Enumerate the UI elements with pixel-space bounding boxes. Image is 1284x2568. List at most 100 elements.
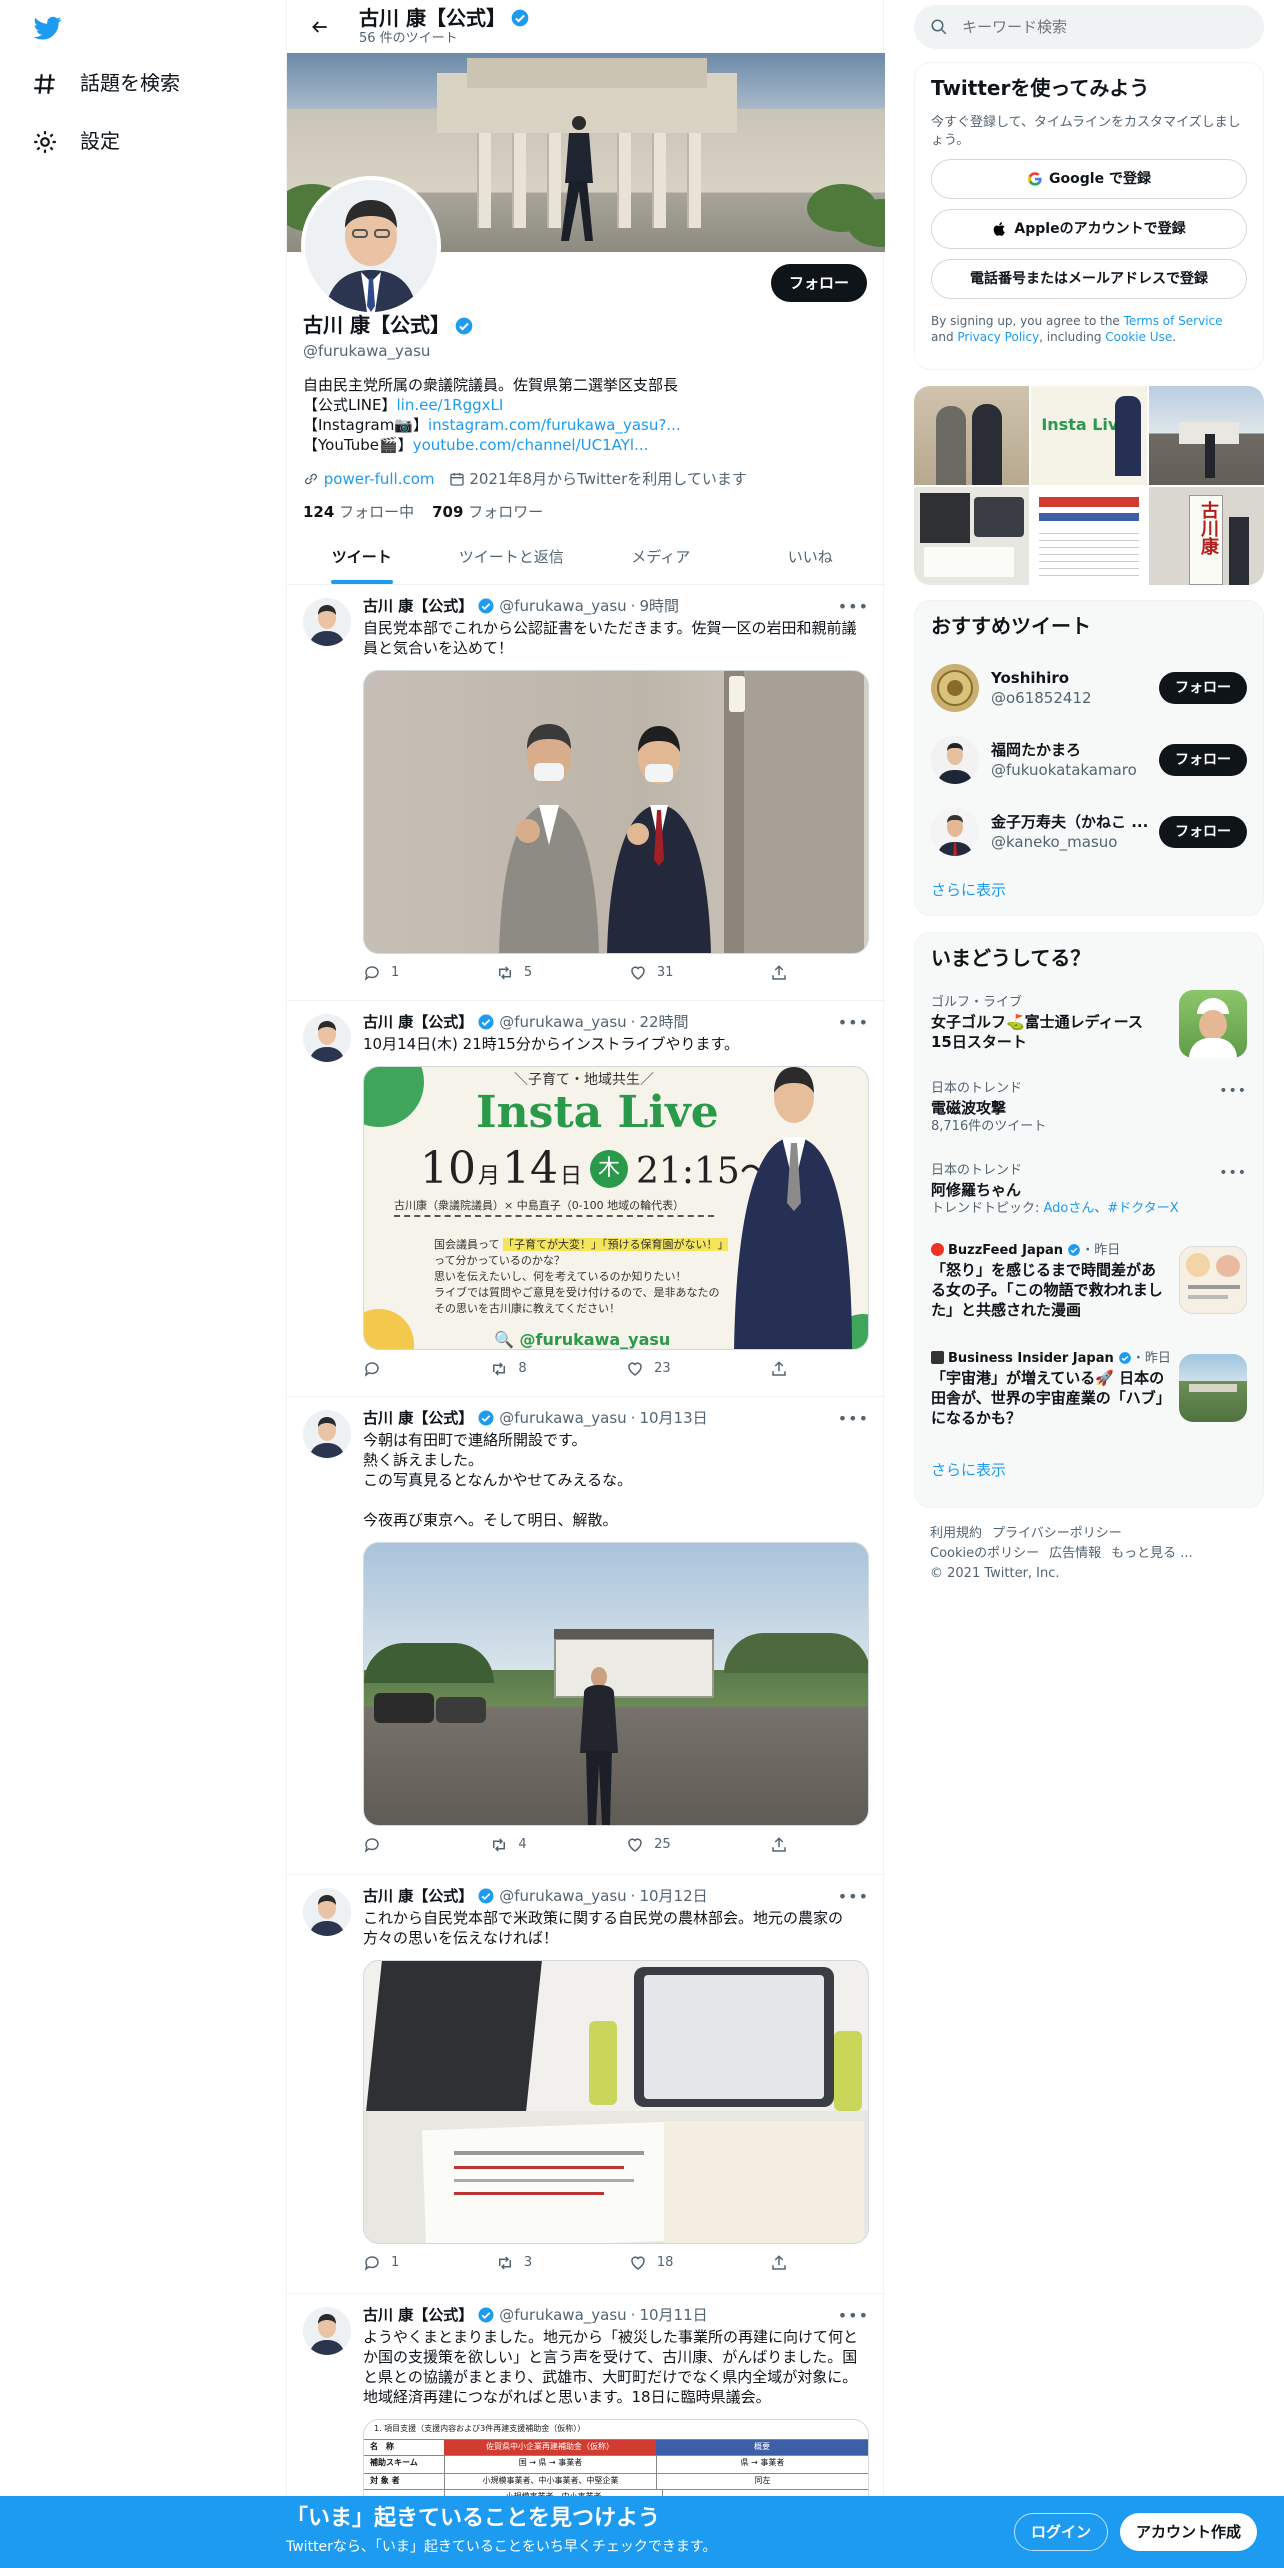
- login-button[interactable]: ログイン: [1014, 2513, 1109, 2551]
- retweet-button[interactable]: 8: [490, 1360, 527, 1378]
- trend-topic-link[interactable]: Adoさん: [1044, 1201, 1095, 1216]
- media-thumb[interactable]: [1031, 486, 1147, 585]
- tweet-avatar[interactable]: [303, 1888, 351, 1936]
- like-button[interactable]: 18: [629, 2254, 673, 2272]
- apple-signup-button[interactable]: Appleのアカウントで登録: [931, 209, 1247, 250]
- trend-item[interactable]: 日本のトレンド 電磁波攻撃 8,716件のツイート •••: [915, 1070, 1263, 1152]
- follow-suggestion[interactable]: 福岡たかまろ @fukuokatakamaro フォロー: [915, 724, 1263, 796]
- tweet-timestamp[interactable]: 22時間: [639, 1012, 688, 1032]
- tweet-author-name[interactable]: 古川 康【公式】: [363, 1408, 473, 1428]
- tweet-photo[interactable]: [363, 1542, 869, 1827]
- news-item[interactable]: Business Insider Japan ・昨日 「宇宙港」が増えている🚀 …: [915, 1340, 1263, 1448]
- who-to-follow-show-more[interactable]: さらに表示: [915, 868, 1263, 916]
- more-options-icon[interactable]: •••: [838, 2305, 869, 2327]
- tweet-author-name[interactable]: 古川 康【公式】: [363, 2305, 473, 2325]
- search-bar[interactable]: [914, 5, 1264, 49]
- tweet[interactable]: 古川 康【公式】 @furukawa_yasu · 9時間 ••• 自民党本部で…: [287, 586, 885, 1001]
- news-item[interactable]: BuzzFeed Japan ・昨日 「怒り」を感じるまで時間差がある女の子。「…: [915, 1232, 1263, 1340]
- tweet[interactable]: 古川 康【公式】 @furukawa_yasu · 10月13日 ••• 今朝は…: [287, 1398, 885, 1875]
- follow-button[interactable]: フォロー: [770, 264, 867, 302]
- cookie-link[interactable]: Cookie Use: [1105, 330, 1172, 344]
- retweet-button[interactable]: 5: [496, 964, 532, 982]
- footer-privacy-link[interactable]: プライバシーポリシー: [992, 1526, 1122, 1541]
- footer-more-link[interactable]: もっと見る ...: [1111, 1546, 1193, 1561]
- more-options-icon[interactable]: •••: [1219, 1082, 1247, 1101]
- footer-cookie-link[interactable]: Cookieのポリシー: [930, 1546, 1039, 1561]
- website-link[interactable]: power-full.com: [324, 470, 435, 488]
- tweet-avatar[interactable]: [303, 1014, 351, 1062]
- like-button[interactable]: 23: [626, 1360, 671, 1378]
- share-button[interactable]: [770, 1836, 788, 1854]
- tweet[interactable]: 古川 康【公式】 @furukawa_yasu · 10月12日 ••• これか…: [287, 1876, 885, 2294]
- retweet-button[interactable]: 4: [490, 1836, 527, 1854]
- media-thumb[interactable]: [1148, 386, 1264, 485]
- share-button[interactable]: [770, 2254, 788, 2272]
- reply-button[interactable]: [363, 1360, 391, 1378]
- tweet-avatar[interactable]: [303, 598, 351, 646]
- follow-suggestion[interactable]: Yoshihiro @o61852412 フォロー: [915, 652, 1263, 724]
- tab-media[interactable]: メディア: [586, 531, 736, 584]
- tab-tweets[interactable]: ツイート: [287, 531, 437, 584]
- privacy-link[interactable]: Privacy Policy: [957, 330, 1039, 344]
- nav-explore[interactable]: 話題を検索: [32, 70, 180, 97]
- tweet-document-image[interactable]: 1. 項目支援（支援内容および3件再建支援補助金（仮称）） 名 称 佐賀県中小企…: [363, 2419, 869, 2505]
- suggestion-follow-button[interactable]: フォロー: [1159, 672, 1247, 704]
- media-thumb[interactable]: Insta Live: [1031, 386, 1147, 485]
- tweet-photo[interactable]: [363, 670, 869, 955]
- more-options-icon[interactable]: •••: [838, 1012, 869, 1034]
- tweet-timestamp[interactable]: 9時間: [639, 596, 679, 616]
- tweet[interactable]: 古川 康【公式】 @furukawa_yasu · 10月11日 ••• ようや…: [287, 2295, 885, 2505]
- tweet-author-handle[interactable]: @furukawa_yasu: [499, 1408, 626, 1428]
- trends-show-more[interactable]: さらに表示: [915, 1448, 1263, 1496]
- create-account-button[interactable]: アカウント作成: [1120, 2513, 1258, 2551]
- more-options-icon[interactable]: •••: [838, 1886, 869, 1908]
- retweet-button[interactable]: 3: [496, 2254, 532, 2272]
- tweet-author-handle[interactable]: @furukawa_yasu: [499, 1012, 626, 1032]
- tweet-author-handle[interactable]: @furukawa_yasu: [499, 1886, 626, 1906]
- share-button[interactable]: [770, 1360, 788, 1378]
- like-button[interactable]: 31: [629, 964, 673, 982]
- follow-suggestion[interactable]: 金子万寿夫（かねこ ... @kaneko_masuo フォロー: [915, 796, 1263, 868]
- tab-tweets-and-replies[interactable]: ツイートと返信: [437, 531, 587, 584]
- tweet-author-name[interactable]: 古川 康【公式】: [363, 1886, 473, 1906]
- following-stat[interactable]: 124 フォロー中: [303, 502, 414, 522]
- nav-settings[interactable]: 設定: [32, 128, 120, 155]
- more-options-icon[interactable]: •••: [838, 1408, 869, 1430]
- tweet-timestamp[interactable]: 10月11日: [639, 2305, 707, 2325]
- phone-email-signup-button[interactable]: 電話番号またはメールアドレスで登録: [931, 259, 1247, 300]
- trend-topic-link[interactable]: #ドクターX: [1107, 1201, 1178, 1216]
- footer-ads-link[interactable]: 広告情報: [1049, 1546, 1101, 1561]
- tab-likes[interactable]: いいね: [736, 531, 886, 584]
- media-thumb[interactable]: [914, 486, 1030, 585]
- terms-link[interactable]: Terms of Service: [1124, 314, 1223, 328]
- tweet-avatar[interactable]: [303, 2307, 351, 2355]
- suggestion-follow-button[interactable]: フォロー: [1159, 744, 1247, 776]
- profile-avatar[interactable]: [301, 176, 441, 316]
- reply-button[interactable]: 1: [363, 964, 399, 982]
- instagram-link[interactable]: instagram.com/furukawa_yasu?...: [428, 416, 681, 434]
- twitter-logo-icon[interactable]: [32, 14, 64, 42]
- tweet-author-handle[interactable]: @furukawa_yasu: [499, 2305, 626, 2325]
- tweet-photo[interactable]: [363, 1960, 869, 2245]
- tweet-poster-image[interactable]: ＼子育て・地域共生／ Insta Live 10 月 14 日 木 21:15〜…: [363, 1066, 869, 1351]
- media-thumb[interactable]: [914, 386, 1030, 485]
- back-button[interactable]: [303, 10, 337, 44]
- tweet-timestamp[interactable]: 10月13日: [639, 1408, 707, 1428]
- tweet-avatar[interactable]: [303, 1410, 351, 1458]
- tweet-author-handle[interactable]: @furukawa_yasu: [499, 596, 626, 616]
- footer-terms-link[interactable]: 利用規約: [930, 1526, 982, 1541]
- followers-stat[interactable]: 709 フォロワー: [432, 502, 543, 522]
- trend-item[interactable]: 日本のトレンド 阿修羅ちゃん トレンドトピック: Adoさん、#ドクターX ••…: [915, 1152, 1263, 1232]
- share-button[interactable]: [770, 964, 788, 982]
- tweet-timestamp[interactable]: 10月12日: [639, 1886, 707, 1906]
- like-button[interactable]: 25: [626, 1836, 671, 1854]
- more-options-icon[interactable]: •••: [838, 596, 869, 618]
- trend-item[interactable]: ゴルフ・ライブ 女子ゴルフ⛳富士通レディース 15日スタート: [915, 984, 1263, 1070]
- youtube-link[interactable]: youtube.com/channel/UC1AYl...: [413, 436, 649, 454]
- reply-button[interactable]: [363, 1836, 391, 1854]
- tweet-author-name[interactable]: 古川 康【公式】: [363, 596, 473, 616]
- line-link[interactable]: lin.ee/1RggxLI: [396, 396, 503, 414]
- suggestion-follow-button[interactable]: フォロー: [1159, 816, 1247, 848]
- tweet-author-name[interactable]: 古川 康【公式】: [363, 1012, 473, 1032]
- search-input[interactable]: [962, 18, 1242, 36]
